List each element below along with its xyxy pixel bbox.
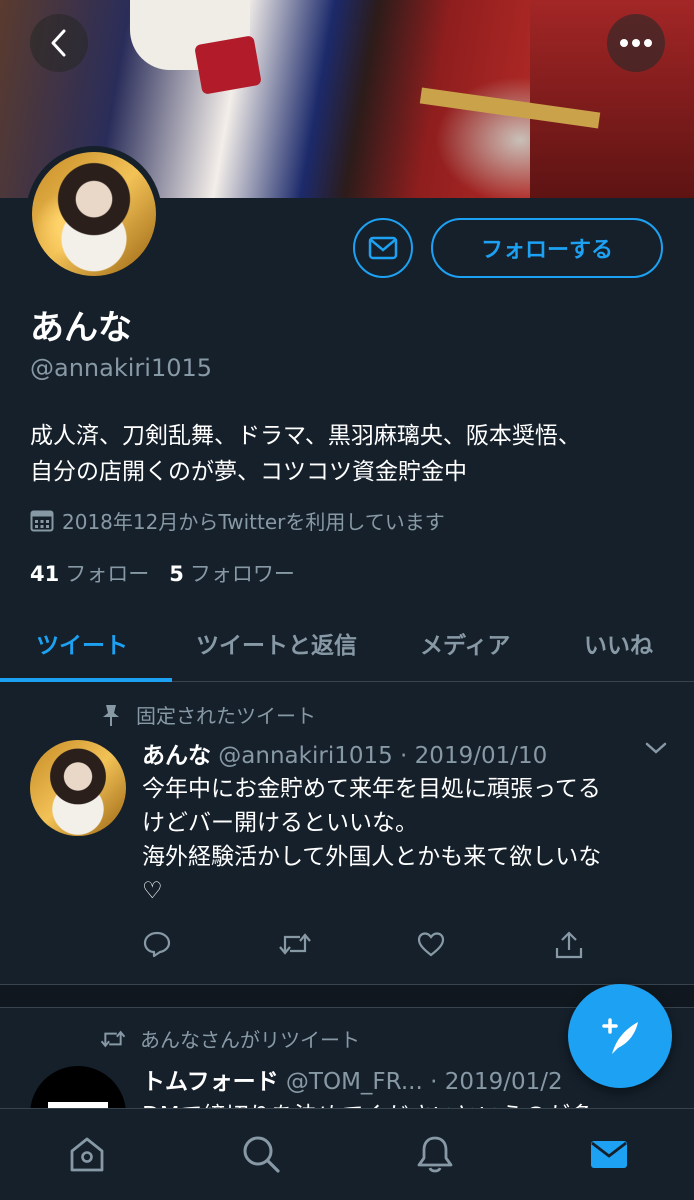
retweet-label: あんなさんがリツイート [100,1024,360,1053]
tab-likes[interactable]: いいね [584,626,653,660]
tab-media[interactable]: メディア [420,626,510,660]
tweet-handle-date: @annakiri1015 · 2019/01/10 [211,743,548,769]
back-button[interactable] [30,14,88,72]
tab-tweets-and-replies[interactable]: ツイートと返信 [196,626,357,660]
tweet-text-line: けどバー開けるといいな。 [142,810,418,836]
tweet-header: トムフォード @TOM_FR... · 2019/01/2 [142,1062,563,1096]
like-icon[interactable] [416,930,446,962]
joined-date: 2018年12月からTwitterを利用しています [30,506,445,535]
joined-text: 2018年12月からTwitterを利用しています [62,510,445,534]
following-link[interactable]: 41 フォロー [30,558,149,588]
tweet-author-name[interactable]: あんな [142,743,211,769]
tweet-author-name[interactable]: トムフォード [142,1069,279,1095]
tweet-handle: @TOM_FR... [278,1069,423,1095]
tweet-text-line: 海外経験活かして外国人とかも来て欲しいな [142,844,602,870]
mail-icon[interactable] [588,1133,630,1179]
calendar-icon [30,510,54,531]
retweet-icon[interactable] [278,930,312,962]
pin-icon [103,704,119,726]
bio-line: 自分の店開くのが夢、コツコツ資金貯金中 [30,459,467,485]
profile-name: あんな [30,308,132,348]
follow-counts: 41 フォロー 5 フォロワー [30,558,295,588]
more-dots-icon [620,39,652,47]
tweet-actions [142,930,584,970]
pinned-label: 固定されたツイート [100,700,316,729]
chevron-left-icon [51,29,66,57]
message-button[interactable] [353,218,413,278]
home-icon[interactable] [66,1133,108,1179]
follow-button[interactable]: フォローする [431,218,663,278]
profile-bio: 成人済、刀剣乱舞、ドラマ、黒羽麻璃央、阪本奨悟、 自分の店開くのが夢、コツコツ資… [30,418,670,490]
tweet-avatar[interactable] [30,740,126,836]
profile-handle: @annakiri1015 [30,354,213,382]
profile-avatar[interactable] [26,146,162,282]
bottom-navigation [0,1108,694,1200]
reply-icon[interactable] [142,930,172,962]
chevron-down-icon[interactable] [644,740,668,756]
tweet-text-line: ♡ [142,878,163,904]
tweet-text: 今年中にお金貯めて来年を目処に頑張ってる けどバー開けるといいな。 海外経験活か… [142,772,672,908]
following-label: フォロー [65,562,150,586]
following-count: 41 [30,562,60,586]
profile-tabs: ツイート ツイートと返信 メディア いいね [0,606,694,682]
bio-line: 成人済、刀剣乱舞、ドラマ、黒羽麻璃央、阪本奨悟、 [30,423,581,449]
compose-tweet-icon [602,1018,638,1054]
pinned-label-text: 固定されたツイート [136,704,316,728]
share-icon[interactable] [554,930,584,964]
bell-icon[interactable] [414,1133,456,1179]
more-options-button[interactable] [607,14,665,72]
tweet-date: · 2019/01/2 [422,1069,563,1095]
followers-label: フォロワー [189,562,295,586]
tab-tweets[interactable]: ツイート [36,626,128,660]
retweet-icon [100,1030,126,1047]
followers-link[interactable]: 5 フォロワー [169,558,295,588]
followers-count: 5 [169,562,184,586]
tweet-header: あんな @annakiri1015 · 2019/01/10 [142,736,547,770]
compose-tweet-button[interactable] [568,984,672,1088]
envelope-icon [368,236,398,260]
search-icon[interactable] [240,1133,282,1179]
retweet-label-text: あんなさんがリツイート [140,1028,360,1052]
tweet-text-line: 今年中にお金貯めて来年を目処に頑張ってる [142,776,601,802]
active-tab-indicator [0,678,172,682]
